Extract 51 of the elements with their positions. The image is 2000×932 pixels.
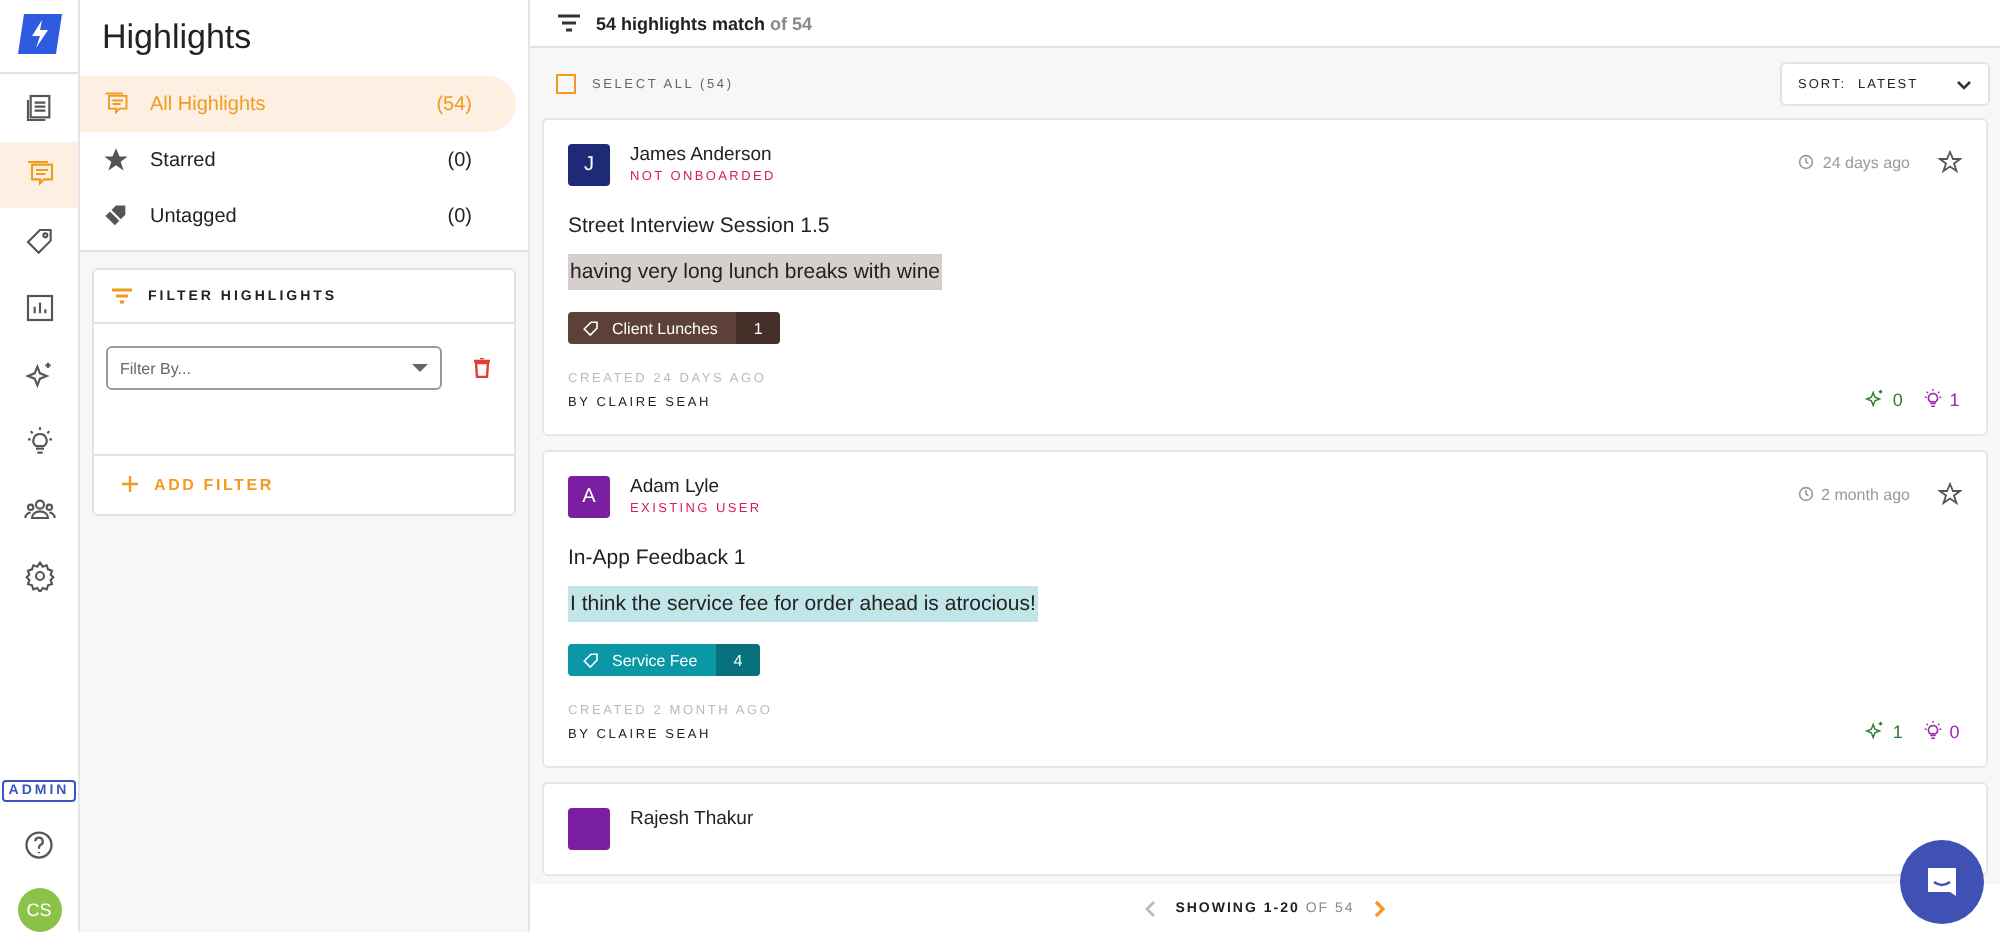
tag-icon [23,225,55,258]
session-title[interactable]: Street Interview Session 1.5 [568,214,1962,238]
star-icon[interactable] [1938,482,1962,506]
select-all-checkbox[interactable] [556,74,576,94]
help-icon[interactable] [24,830,54,860]
comment-icon [23,158,55,191]
avatar: J [568,144,610,186]
idea-count: 1 [1949,389,1962,409]
filter-icon[interactable] [558,14,580,32]
comment-icon [102,90,130,118]
tag-icon [582,319,600,337]
plus-icon [122,476,138,492]
participant-name[interactable]: James Anderson [630,144,1779,166]
clock-icon [1798,154,1815,170]
highlight-text: having very long lunch breaks with wine [568,254,943,290]
trash-icon[interactable] [474,358,490,378]
page-title: Highlights [100,16,254,60]
logo-icon[interactable] [15,12,63,56]
sparkle-icon [1864,388,1887,410]
participant-name[interactable]: Rajesh Thakur [630,808,1962,830]
bulb-icon [1921,720,1944,742]
chat-icon [1922,862,1962,902]
bulb-icon [1921,388,1944,410]
sidebar-item[interactable]: Untagged (0) [80,188,516,244]
tag-chip[interactable]: Service Fee 4 [568,644,761,676]
bulb-icon [23,426,55,459]
gear-icon [23,560,55,593]
match-count: 54 highlights match of 54 [596,13,813,33]
chevron-down-icon [1956,79,1972,89]
idea-count: 0 [1949,721,1962,741]
untag-icon [102,202,130,230]
star-icon[interactable] [1938,150,1962,174]
star-icon [102,146,130,174]
clock-icon [1797,486,1814,502]
filter-select[interactable]: Filter By... [106,346,442,390]
highlight-text: I think the service fee for order ahead is atrocious! [568,586,1038,622]
insight-count: 0 [1892,389,1906,409]
sparkle-icon [1864,720,1887,742]
tag-chip[interactable]: Client Lunches 1 [568,312,781,344]
sparkle-icon [23,359,55,392]
session-title[interactable]: In-App Feedback 1 [568,546,1962,570]
avatar: A [568,476,610,518]
document-icon [23,91,55,124]
time-ago: 2 month ago [1821,485,1910,503]
filter-icon [112,288,132,304]
time-ago: 24 days ago [1822,153,1910,171]
participant-name[interactable]: Adam Lyle [630,476,1778,498]
tag-icon [582,651,600,669]
chart-icon [23,292,55,325]
insight-count: 1 [1892,721,1906,741]
sidebar-item[interactable]: Starred (0) [80,132,516,188]
